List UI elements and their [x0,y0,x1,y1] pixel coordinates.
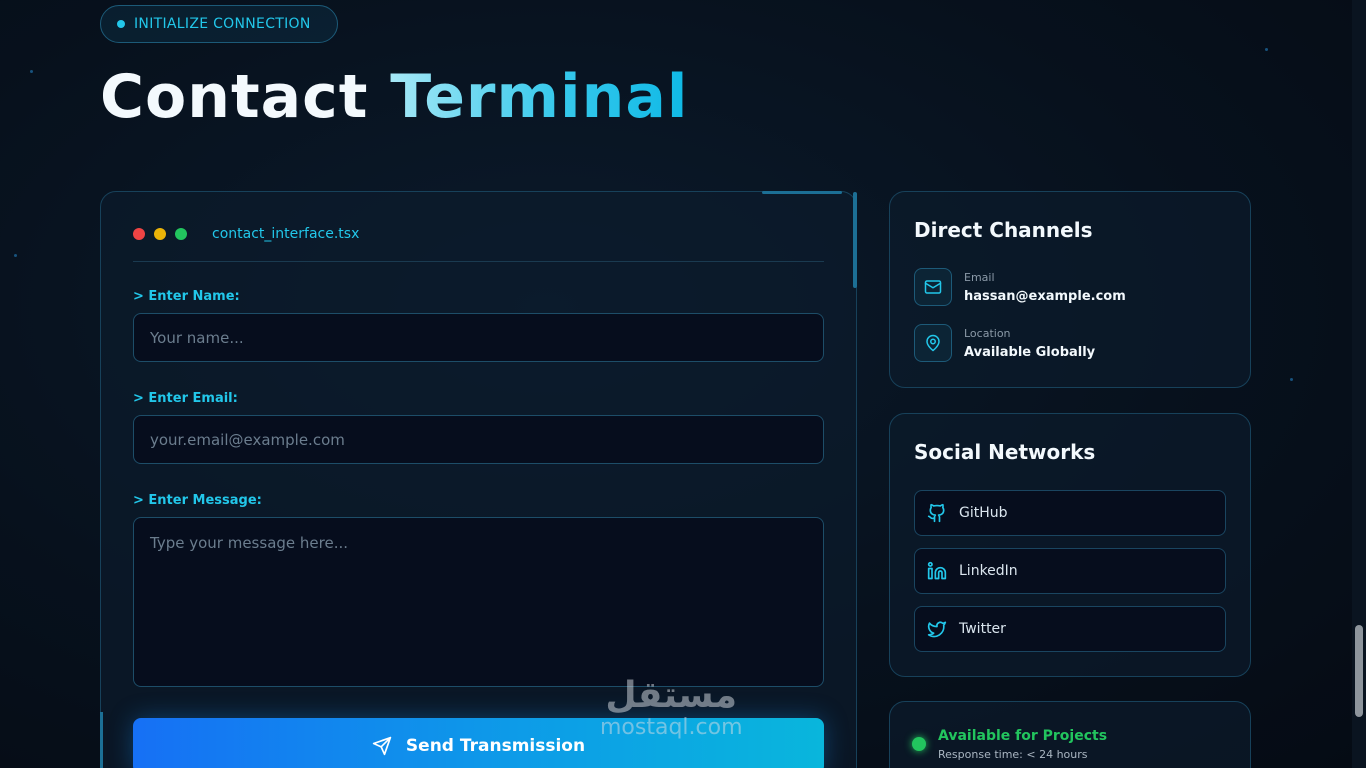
social-link-linkedin[interactable]: LinkedIn [914,548,1226,594]
page-title-part-1: Contact [100,62,369,132]
availability-status-dot-icon [912,737,926,751]
send-icon [372,736,392,756]
watermark-arabic: مستقل [605,675,738,716]
map-pin-icon [914,324,952,362]
email-channel-value: hassan@example.com [964,288,1126,304]
status-badge: INITIALIZE CONNECTION [100,5,338,43]
social-networks-title: Social Networks [914,440,1096,464]
name-input-placeholder: Your name... [150,328,244,347]
window-maximize-dot-icon [175,228,187,240]
background-star [1265,48,1268,51]
page-scrollbar[interactable] [1352,0,1366,768]
message-textarea-placeholder: Type your message here... [150,534,349,552]
social-link-twitter[interactable]: Twitter [914,606,1226,652]
window-close-dot-icon [133,228,145,240]
name-input[interactable]: Your name... [133,313,824,362]
contact-form-card: contact_interface.tsx > Enter Name: Your… [100,191,857,768]
location-channel: Location Available Globally [914,324,1095,362]
availability-subtitle: Response time: < 24 hours [938,748,1088,761]
message-label: > Enter Message: [133,493,262,508]
linkedin-label: LinkedIn [959,563,1018,579]
social-link-github[interactable]: GitHub [914,490,1226,536]
email-channel[interactable]: Email hassan@example.com [914,268,1126,306]
email-channel-label: Email [964,270,995,284]
page-title: Contact Terminal [100,62,688,132]
availability-title: Available for Projects [938,728,1108,744]
card-edge-glow [762,191,842,194]
availability-card: Available for Projects Response time: < … [889,701,1251,768]
email-input-placeholder: your.email@example.com [150,430,345,449]
email-label: > Enter Email: [133,391,238,406]
direct-channels-card: Direct Channels Email hassan@example.com… [889,191,1251,388]
mail-icon [914,268,952,306]
window-minimize-dot-icon [154,228,166,240]
location-channel-value: Available Globally [964,344,1096,360]
page-title-part-2: Terminal [390,62,689,132]
status-dot-icon [117,20,125,28]
background-star [14,254,17,257]
card-edge-glow [853,192,857,288]
name-label: > Enter Name: [133,289,240,304]
twitter-icon [927,621,947,638]
scrollbar-thumb[interactable] [1355,625,1363,717]
twitter-label: Twitter [959,621,1006,637]
message-textarea[interactable]: Type your message here... [133,517,824,687]
watermark-logo: مستقل mostaql.com [600,676,743,740]
background-star [30,70,33,73]
background-star [1290,378,1293,381]
direct-channels-title: Direct Channels [914,218,1093,242]
card-edge-glow [100,712,103,768]
terminal-header: contact_interface.tsx [133,222,824,262]
send-button-label: Send Transmission [405,736,586,756]
linkedin-icon [927,561,947,580]
email-input[interactable]: your.email@example.com [133,415,824,464]
github-icon [927,503,945,523]
github-label: GitHub [959,505,1008,521]
status-badge-label: INITIALIZE CONNECTION [134,16,311,32]
location-channel-label: Location [964,326,1011,340]
watermark-latin: mostaql.com [600,715,743,740]
terminal-filename: contact_interface.tsx [212,226,360,242]
social-networks-card: Social Networks GitHub LinkedIn Twitter [889,413,1251,677]
